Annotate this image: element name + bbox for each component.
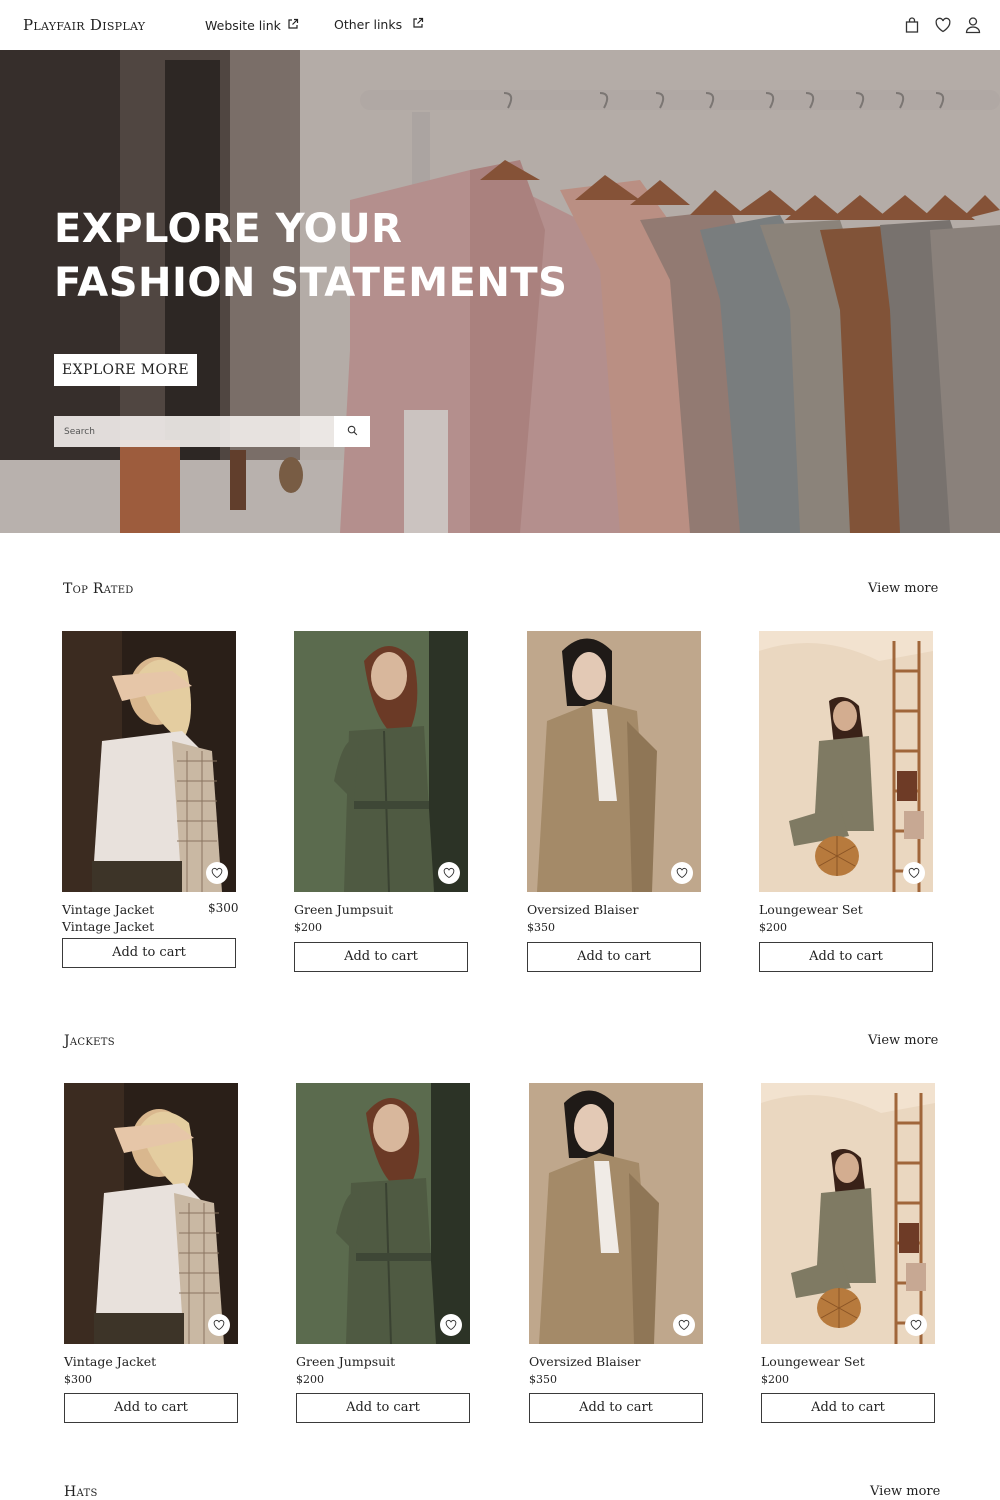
product-name[interactable]: Oversized Blaiser [527,901,667,918]
product-name[interactable]: Vintage Jacket Vintage Jacket [62,901,202,935]
product-card[interactable]: Oversized Blaiser $350 Add to cart [529,1083,703,1424]
external-link-icon [412,17,424,32]
search-button[interactable] [334,416,370,447]
product-photo[interactable] [759,631,933,892]
product-name[interactable]: Green Jumpsuit [294,901,434,918]
product-price: $200 [294,921,322,934]
hats-view-more-link[interactable]: View more [870,1484,940,1499]
add-to-cart-button[interactable]: Add to cart [62,938,236,968]
product-price: $300 [208,901,239,915]
search-icon [347,424,358,439]
hero-heading: EXPLORE YOUR FASHION STATEMENTS [54,202,567,310]
add-to-cart-button[interactable]: Add to cart [294,942,468,972]
search-bar [54,416,370,447]
product-price: $200 [761,1373,789,1386]
add-to-cart-button[interactable]: Add to cart [529,1393,703,1423]
wishlist-heart-icon[interactable] [673,1314,695,1336]
hero-banner: EXPLORE YOUR FASHION STATEMENTS EXPLORE … [0,50,1000,533]
add-to-cart-button[interactable]: Add to cart [64,1393,238,1423]
add-to-cart-button[interactable]: Add to cart [527,942,701,972]
product-name[interactable]: Loungewear Set [761,1353,901,1370]
product-photo[interactable] [296,1083,470,1344]
search-input[interactable] [54,416,334,447]
top-rated-view-more-link[interactable]: View more [868,581,938,596]
section-title-hats: Hats [64,1484,98,1500]
add-to-cart-button[interactable]: Add to cart [761,1393,935,1423]
product-name[interactable]: Vintage Jacket [64,1353,204,1370]
brand-logo[interactable]: Playfair Display [23,16,145,34]
product-name[interactable]: Oversized Blaiser [529,1353,669,1370]
explore-more-button[interactable]: EXPLORE MORE [54,354,197,386]
product-price: $350 [527,921,555,934]
product-card[interactable]: Vintage Jacket $300 Add to cart [64,1083,238,1424]
product-price: $200 [759,921,787,934]
product-name[interactable]: Loungewear Set [759,901,899,918]
website-link-label: Website link [205,18,281,33]
add-to-cart-button[interactable]: Add to cart [759,942,933,972]
product-photo[interactable] [761,1083,935,1344]
wishlist-heart-icon[interactable] [440,1314,462,1336]
section-title-top-rated: Top Rated [63,581,134,597]
jackets-view-more-link[interactable]: View more [868,1033,938,1048]
wishlist-heart-icon[interactable] [206,862,228,884]
section-title-jackets: Jackets [64,1033,115,1049]
wishlist-heart-icon[interactable] [671,862,693,884]
product-card[interactable]: Loungewear Set $200 Add to cart [759,631,933,972]
product-photo[interactable] [527,631,701,892]
product-price: $300 [64,1373,92,1386]
product-price: $200 [296,1373,324,1386]
product-photo[interactable] [62,631,236,892]
product-card[interactable]: Green Jumpsuit $200 Add to cart [296,1083,470,1424]
product-card[interactable]: Oversized Blaiser $350 Add to cart [527,631,701,972]
top-navigation-bar: Playfair Display Website link Other link… [0,0,1000,50]
product-photo[interactable] [64,1083,238,1344]
other-links-label: Other links [334,17,403,32]
product-photo[interactable] [529,1083,703,1344]
add-to-cart-button[interactable]: Add to cart [296,1393,470,1423]
heart-icon[interactable] [934,16,952,34]
product-card[interactable]: Loungewear Set $200 Add to cart [761,1083,935,1424]
product-price: $350 [529,1373,557,1386]
wishlist-heart-icon[interactable] [905,1314,927,1336]
external-link-icon [287,18,299,33]
hero-heading-line-2: FASHION STATEMENTS [54,260,568,306]
other-links[interactable]: Other links [334,17,424,32]
product-card[interactable]: Green Jumpsuit $200 Add to cart [294,631,468,972]
user-icon[interactable] [964,16,982,34]
hero-heading-line-1: EXPLORE YOUR [54,206,403,252]
product-photo[interactable] [294,631,468,892]
shopping-bag-icon[interactable] [903,16,921,34]
product-card[interactable]: Vintage Jacket Vintage Jacket $300 Add t… [62,631,239,971]
wishlist-heart-icon[interactable] [438,862,460,884]
product-name[interactable]: Green Jumpsuit [296,1353,436,1370]
website-link[interactable]: Website link [205,18,299,33]
wishlist-heart-icon[interactable] [208,1314,230,1336]
wishlist-heart-icon[interactable] [903,862,925,884]
